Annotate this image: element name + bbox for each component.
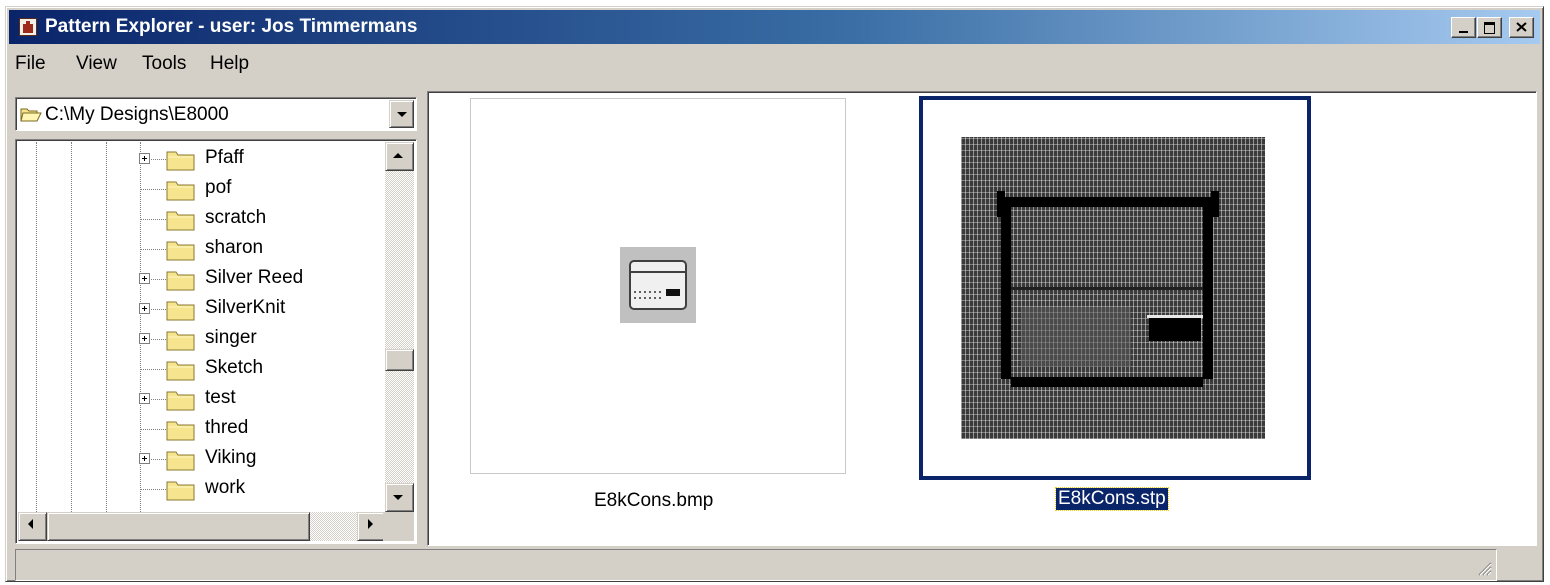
arrow-up-icon xyxy=(393,153,403,158)
close-icon xyxy=(1516,22,1527,32)
folder-icon xyxy=(166,271,195,291)
tree-horizontal-scrollbar[interactable] xyxy=(18,512,386,541)
scroll-up-button[interactable] xyxy=(385,142,414,171)
folder-icon xyxy=(166,391,195,411)
tree-item[interactable]: pof xyxy=(18,174,388,204)
tree-item[interactable]: SilverKnit xyxy=(18,294,388,324)
tree-item[interactable]: thred xyxy=(18,414,388,444)
tree-vertical-scrollbar[interactable] xyxy=(385,142,414,512)
knitting-machine-stitch-pattern xyxy=(997,191,1219,387)
tree-item-label: Viking xyxy=(205,447,257,468)
tree-item[interactable]: work xyxy=(18,474,388,504)
plus-box-icon[interactable] xyxy=(139,453,150,464)
title-bar[interactable]: Pattern Explorer - user: Jos Timmermans xyxy=(9,10,1540,44)
stp-stitch-preview-image xyxy=(961,137,1265,439)
arrow-down-icon xyxy=(393,495,403,500)
resize-grip-icon[interactable] xyxy=(1476,560,1492,576)
tree-items: Pfaff pof scratch sharon Silver Reed SilverKn… xyxy=(18,142,388,512)
tree-item-label: thred xyxy=(205,417,249,438)
tree-item-label: sharon xyxy=(205,237,264,258)
status-bar xyxy=(15,549,1497,581)
tree-item[interactable]: scratch xyxy=(18,204,388,234)
menu-help[interactable]: Help xyxy=(210,53,249,75)
tree-item-label: scratch xyxy=(205,207,267,228)
thumbnail-bmp[interactable] xyxy=(470,98,846,474)
tree-item-label: Sketch xyxy=(205,357,264,378)
window-title: Pattern Explorer - user: Jos Timmermans xyxy=(45,16,418,37)
menu-tools[interactable]: Tools xyxy=(142,53,186,75)
close-button[interactable] xyxy=(1509,17,1534,38)
path-dropdown-button[interactable] xyxy=(389,100,414,128)
scroll-right-button[interactable] xyxy=(357,512,386,541)
tree-item[interactable]: sharon xyxy=(18,234,388,264)
knitting-machine-icon xyxy=(629,260,687,310)
tree-connector xyxy=(140,189,166,190)
thumbnail-stp[interactable] xyxy=(919,96,1311,480)
tree-item[interactable]: singer xyxy=(18,324,388,354)
thumbnail-bmp-label[interactable]: E8kCons.bmp xyxy=(594,490,713,512)
thumbnail-view[interactable]: E8kCons.bmp E8kCons.stp xyxy=(427,91,1537,546)
tree-item[interactable]: Pfaff xyxy=(18,144,388,174)
folder-icon xyxy=(166,361,195,381)
folder-icon xyxy=(166,421,195,441)
app-icon[interactable] xyxy=(19,18,37,36)
tree-item-label: Pfaff xyxy=(205,147,244,168)
scroll-down-button[interactable] xyxy=(385,483,414,512)
tree-item[interactable]: Sketch xyxy=(18,354,388,384)
scroll-thumb-horizontal[interactable] xyxy=(47,512,310,541)
plus-box-icon[interactable] xyxy=(139,393,150,404)
path-combobox[interactable]: C:\My Designs\E8000 xyxy=(15,97,417,131)
tree-connector xyxy=(140,489,166,490)
tree-item-label: test xyxy=(205,387,236,408)
folder-tree[interactable]: Pfaff pof scratch sharon Silver Reed SilverKn… xyxy=(15,139,417,544)
tree-connector xyxy=(140,429,166,430)
plus-box-icon[interactable] xyxy=(139,303,150,314)
plus-box-icon[interactable] xyxy=(139,273,150,284)
tree-connector xyxy=(140,249,166,250)
folder-icon xyxy=(166,241,195,261)
thumbnail-stp-label[interactable]: E8kCons.stp xyxy=(1055,487,1169,511)
tree-item-label: work xyxy=(205,477,246,498)
folder-icon xyxy=(166,211,195,231)
pattern-explorer-window: Pattern Explorer - user: Jos Timmermans … xyxy=(5,6,1544,582)
plus-box-icon[interactable] xyxy=(139,153,150,164)
scroll-corner xyxy=(383,512,414,541)
tree-item-label: SilverKnit xyxy=(205,297,286,318)
chevron-down-icon xyxy=(397,112,407,117)
arrow-left-icon xyxy=(28,519,33,529)
arrow-right-icon xyxy=(368,519,373,529)
scroll-thumb[interactable] xyxy=(385,349,414,371)
open-folder-icon xyxy=(20,108,42,122)
folder-icon xyxy=(166,181,195,201)
menu-view[interactable]: View xyxy=(76,53,117,75)
path-value: C:\My Designs\E8000 xyxy=(45,104,229,125)
tree-connector xyxy=(140,219,166,220)
tree-item[interactable]: Silver Reed xyxy=(18,264,388,294)
tree-item[interactable]: test xyxy=(18,384,388,414)
plus-box-icon[interactable] xyxy=(139,333,150,344)
scroll-left-button[interactable] xyxy=(18,512,47,541)
bmp-preview-image xyxy=(620,247,696,323)
tree-connector xyxy=(140,369,166,370)
folder-icon xyxy=(166,301,195,321)
tree-item-label: Silver Reed xyxy=(205,267,304,288)
menu-file[interactable]: File xyxy=(15,53,46,75)
minimize-button[interactable] xyxy=(1451,17,1476,38)
tree-item[interactable]: Viking xyxy=(18,444,388,474)
tree-item-label: pof xyxy=(205,177,232,198)
folder-icon xyxy=(166,451,195,471)
folder-icon xyxy=(166,151,195,171)
folder-icon xyxy=(166,481,195,501)
folder-icon xyxy=(166,331,195,351)
tree-item-label: singer xyxy=(205,327,257,348)
maximize-button[interactable] xyxy=(1477,17,1502,38)
